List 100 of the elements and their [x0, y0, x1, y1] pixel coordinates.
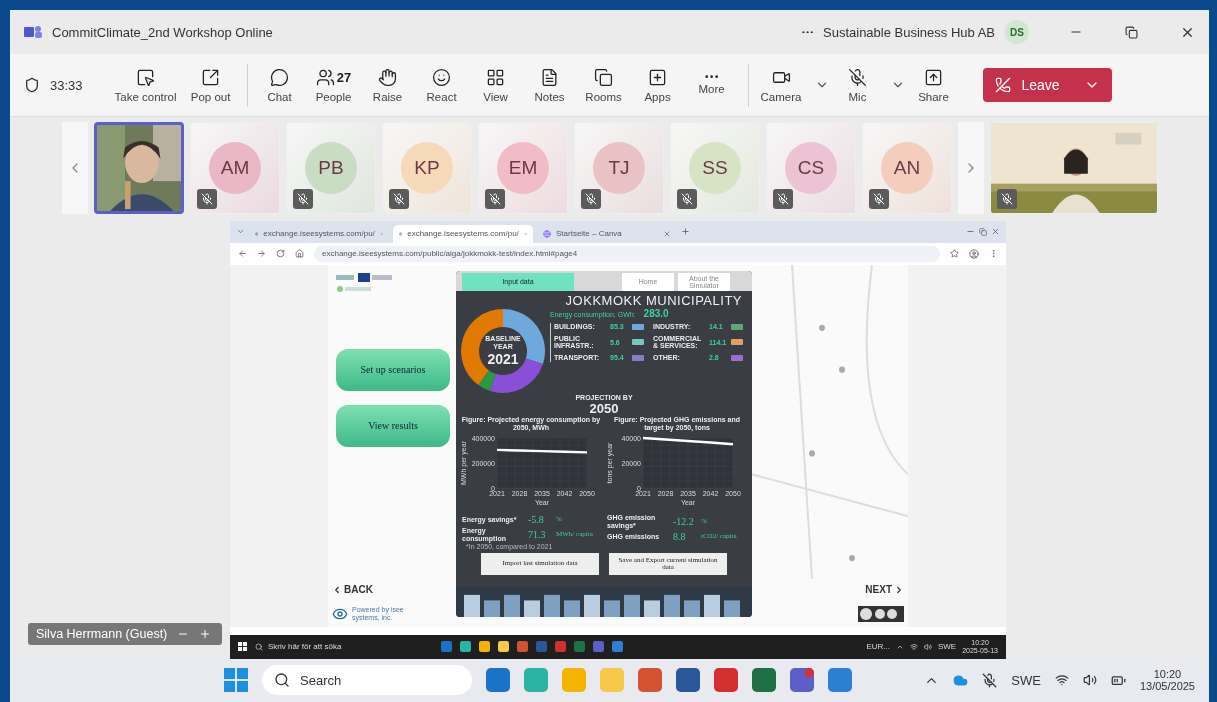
search-field[interactable]: Search: [262, 665, 472, 696]
participant-avatar: CS: [785, 141, 837, 194]
app-icon[interactable]: [676, 668, 700, 693]
reload-icon[interactable]: [276, 249, 285, 259]
wifi-icon: [909, 642, 918, 651]
license-icon: [858, 605, 904, 622]
chevron-left-icon: [332, 584, 342, 595]
participant-avatar: AN: [881, 141, 933, 194]
bookmark-icon[interactable]: [950, 249, 959, 259]
toolbar-button[interactable]: More: [685, 71, 738, 99]
toolbar-button[interactable]: Camera: [754, 63, 808, 107]
more-icon: [704, 75, 719, 79]
search-icon: [274, 672, 290, 689]
restore-icon[interactable]: [1125, 25, 1138, 39]
menu-icon[interactable]: [989, 249, 998, 259]
browser-tab[interactable]: exchange.iseesystems.com/pu/: [393, 224, 533, 243]
baseline-year: 2021: [487, 350, 519, 367]
toolbar-button[interactable]: Apps: [631, 63, 684, 107]
more-icon[interactable]: [801, 30, 813, 34]
user-avatar[interactable]: DS: [1005, 20, 1029, 45]
site-icon: [255, 229, 259, 238]
site-icon: [399, 229, 403, 238]
toolbar-button[interactable]: Chat: [253, 63, 306, 107]
toolbar-button[interactable]: Pop out: [184, 63, 237, 107]
back-button[interactable]: BACK: [328, 584, 377, 596]
hand-icon: [378, 67, 398, 87]
participant-tile[interactable]: PB: [286, 121, 376, 214]
pointer-icon: [136, 67, 156, 87]
pop-out-icon: [201, 67, 221, 87]
participant-avatar: KP: [401, 141, 453, 194]
menu-button[interactable]: Set up scenarios: [336, 348, 450, 391]
stat-value: -5.8: [528, 513, 545, 525]
toolbar-button[interactable]: Rooms: [577, 63, 630, 107]
clock-date: 13/05/2025: [1139, 680, 1195, 693]
organization-name: Sustainable Business Hub AB: [823, 24, 995, 40]
windows-icon[interactable]: [238, 642, 247, 652]
participant-tile[interactable]: EM: [478, 121, 568, 214]
participant-avatar: TJ: [593, 141, 645, 194]
cloud-icon: [953, 672, 969, 688]
muted-microphone-icon: [847, 67, 867, 87]
home-icon[interactable]: [295, 249, 304, 259]
stat-value: 71.3: [528, 529, 547, 541]
browser-tab[interactable]: exchange.iseesystems.com/pu/: [249, 224, 389, 243]
wifi-icon: [1054, 673, 1069, 688]
participant-avatar: AM: [209, 141, 261, 194]
toolbar-button[interactable]: Share: [907, 63, 960, 107]
shield-icon: [24, 77, 40, 93]
toolbar-button[interactable]: Mic: [831, 63, 884, 107]
meeting-timer: 33:33: [50, 77, 83, 93]
profile-icon[interactable]: [969, 248, 979, 259]
phone-icon: [995, 77, 1012, 93]
participant-tile[interactable]: AN: [862, 121, 952, 214]
share-icon: [923, 67, 943, 87]
site-icon: [543, 229, 551, 238]
grid-icon: [486, 67, 506, 87]
app-icon[interactable]: [790, 668, 814, 693]
toolbar-button[interactable]: React: [415, 63, 468, 107]
browser-tab[interactable]: Startseite – Canva: [537, 224, 677, 243]
chevron-right-icon: [894, 584, 904, 595]
volume-icon: [923, 642, 932, 651]
plus-icon: [648, 67, 668, 87]
toolbar-button[interactable]: Notes: [523, 63, 576, 107]
participant-tile[interactable]: SS: [670, 121, 760, 214]
toolbar-button[interactable]: Take control: [108, 63, 183, 107]
volume-icon: [1082, 673, 1097, 688]
language-indicator: SWE: [937, 642, 957, 652]
window-title: CommitClimate_2nd Workshop Online: [52, 24, 273, 40]
app-icon[interactable]: [460, 641, 471, 653]
app-icon[interactable]: [479, 641, 490, 653]
search-icon: [255, 642, 263, 651]
municipality-title: JOKKMOKK MUNICIPALITY: [564, 291, 743, 308]
address-bar[interactable]: exchange.iseesystems.com/public/aiga/jokkmokk-test/index.html#page4: [314, 245, 940, 262]
participant-tile[interactable]: CS: [766, 121, 856, 214]
menu-button[interactable]: View results: [336, 404, 450, 447]
smile-icon: [432, 67, 452, 87]
new-tab-icon[interactable]: [681, 227, 690, 237]
people-count: 27: [336, 69, 352, 85]
projection-year: 2050: [589, 400, 619, 416]
toolbar-button[interactable]: View: [469, 63, 522, 107]
consumption-value: 283.0: [643, 307, 669, 319]
plus-icon[interactable]: [199, 627, 212, 640]
leave-button[interactable]: Leave: [983, 68, 1112, 102]
participant-tile[interactable]: TJ: [574, 121, 664, 214]
back-icon[interactable]: [238, 249, 247, 259]
toolbar-button[interactable]: 27 People: [307, 63, 360, 107]
forward-icon[interactable]: [257, 249, 266, 259]
participant-tile[interactable]: KP: [382, 121, 472, 214]
app-icon[interactable]: [498, 641, 509, 653]
presenter-name: Silva Herrmann (Guest): [36, 626, 168, 641]
toolbar-button[interactable]: Raise: [361, 63, 414, 107]
clock-time: 10:20: [1153, 668, 1182, 681]
search-field[interactable]: Skriv här för att söka: [255, 642, 385, 652]
currency-ticker: EUR...: [866, 642, 890, 652]
app-icon[interactable]: [752, 668, 776, 693]
stat-value: 8.8: [673, 531, 687, 543]
teams-logo-icon: [24, 24, 42, 41]
next-button[interactable]: NEXT: [861, 584, 908, 596]
participant-avatar: EM: [497, 141, 549, 194]
stat-value: -12.2: [673, 516, 695, 528]
participant-tile[interactable]: AM: [190, 121, 280, 214]
